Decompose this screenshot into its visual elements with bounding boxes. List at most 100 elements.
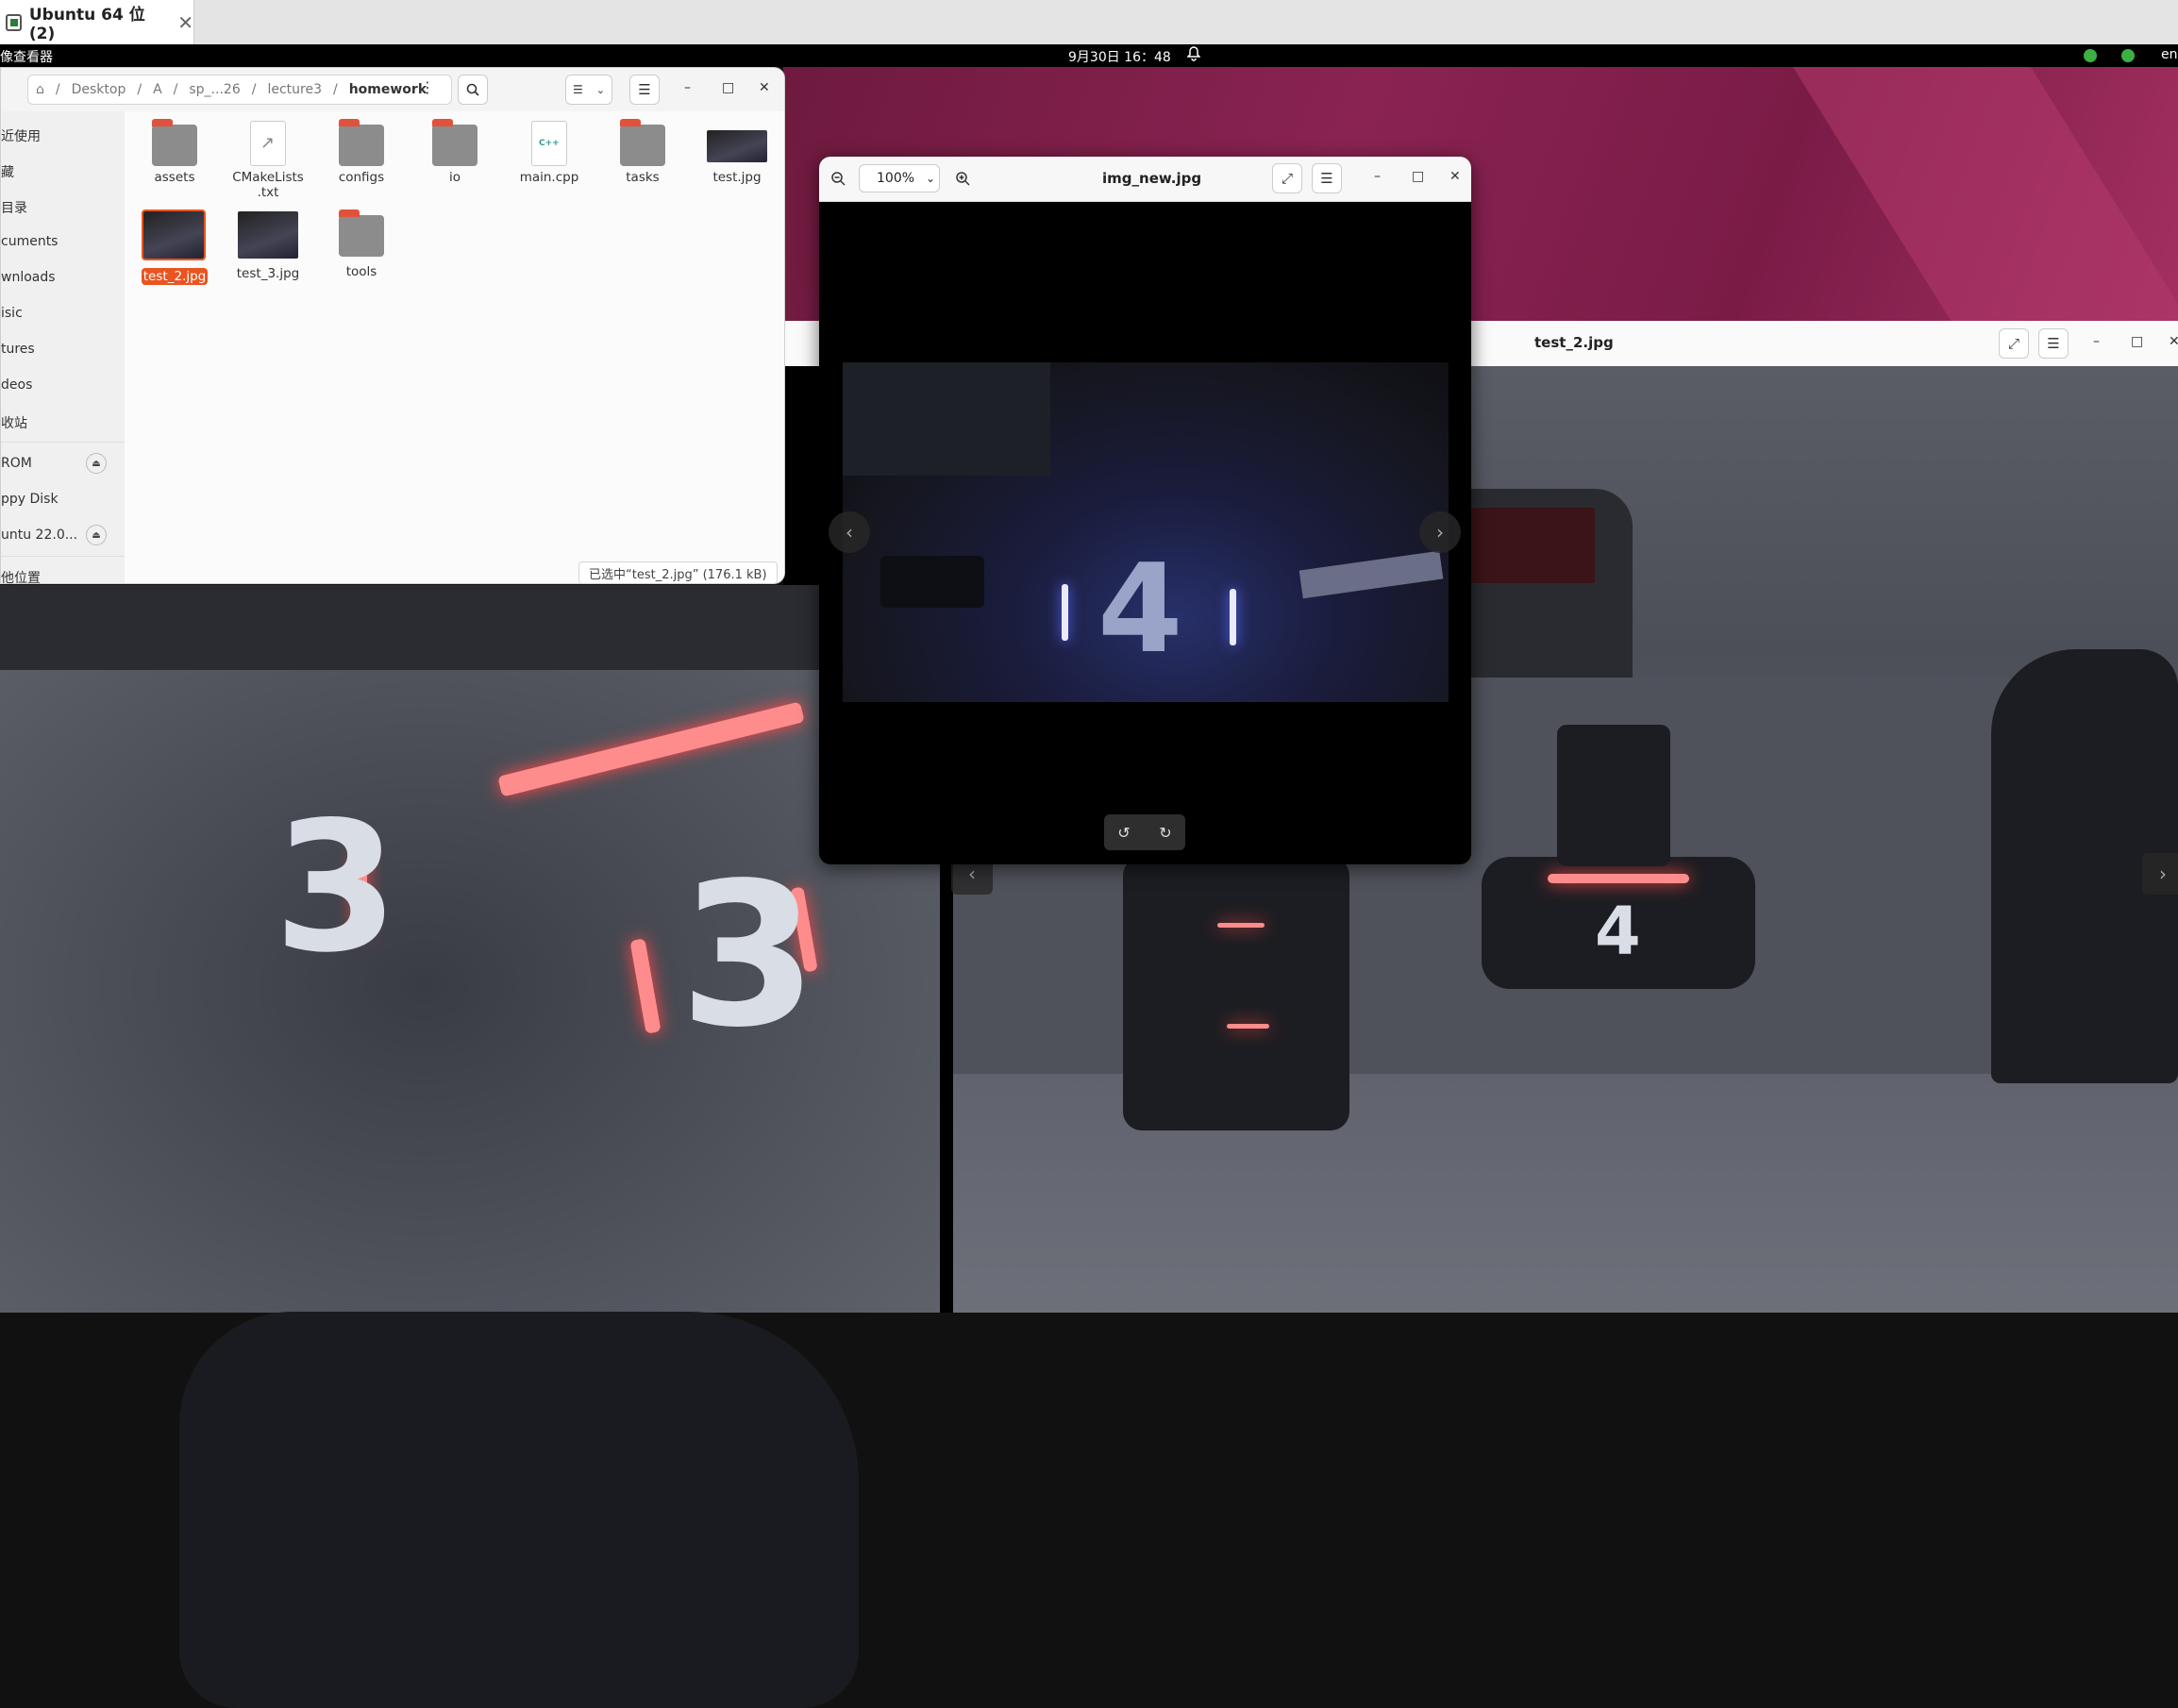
image-viewer-title: img_new.jpg — [1102, 170, 1202, 187]
chevron-right-icon: › — [1436, 521, 1444, 544]
app-menu[interactable]: 像查看器 — [0, 47, 53, 66]
sidebar-item[interactable]: isic — [1, 306, 23, 321]
minimize-button[interactable]: – — [684, 80, 691, 95]
home-icon[interactable]: ⌂ — [36, 82, 44, 97]
folder-icon — [620, 119, 665, 166]
eject-icon[interactable]: ⏏ — [86, 525, 107, 545]
file-label: test.jpg — [712, 170, 762, 185]
image-thumbnail — [143, 211, 204, 259]
file-grid: assets ↗ CMakeLists .txt configs io C++ … — [125, 111, 784, 583]
chevron-down-icon: ⌄ — [595, 83, 605, 96]
close-icon[interactable]: ✕ — [177, 11, 193, 34]
photo-robot-number: 4 — [1595, 893, 1641, 970]
menu-button[interactable]: ☰ — [1312, 163, 1342, 193]
sidebar-item[interactable]: wnloads — [1, 270, 56, 285]
viewer-back-photo-left: 3 3 — [0, 585, 940, 1708]
photo-led — [1217, 923, 1265, 928]
previous-image-button[interactable]: ‹ — [829, 511, 870, 553]
rotate-right-button[interactable]: ↻ — [1148, 814, 1183, 850]
vm-icon — [6, 13, 22, 31]
zoom-level-select[interactable]: 100% ⌄ — [859, 164, 940, 193]
photo-router — [880, 556, 984, 608]
file-label: test_2.jpg — [141, 268, 209, 285]
view-toggle-button[interactable]: ☰ ⌄ — [565, 75, 612, 105]
more-options-icon[interactable]: ⋮ — [420, 78, 435, 96]
sidebar-item[interactable]: 他位置 — [1, 568, 41, 583]
rotate-right-icon: ↻ — [1159, 823, 1172, 842]
photo-robot-back — [1557, 725, 1670, 866]
image-viewer-window: 100% ⌄ img_new.jpg ⤢ ☰ – □ ✕ 4 ‹ › ↺ ↻ — [819, 157, 1471, 864]
breadcrumb-item[interactable]: A — [153, 82, 162, 97]
photo-box — [1298, 550, 1444, 599]
breadcrumb-item[interactable]: lecture3 — [267, 82, 322, 97]
sidebar-item[interactable]: 藏 — [1, 162, 14, 181]
maximize-button[interactable]: □ — [2131, 334, 2143, 349]
eject-icon[interactable]: ⏏ — [86, 453, 107, 474]
file-label: main.cpp — [519, 170, 579, 185]
breadcrumb[interactable]: ⌂ / Desktop / A / sp_...26/ lecture3/ homew… — [27, 75, 452, 105]
top-bar: 像查看器 9月30日 16：48 en — [0, 44, 2178, 67]
list-view-icon: ☰ — [573, 83, 583, 96]
expand-icon: ⤢ — [1281, 170, 1293, 187]
clock[interactable]: 9月30日 16：48 — [1068, 47, 1171, 66]
bell-icon — [1186, 46, 1201, 65]
breadcrumb-item[interactable]: Desktop — [72, 82, 126, 97]
maximize-button[interactable]: □ — [722, 80, 734, 95]
file-manager-window: ⌂ / Desktop / A / sp_...26/ lecture3/ homew… — [0, 67, 785, 584]
search-button[interactable] — [458, 75, 488, 105]
image-thumbnail — [238, 211, 298, 259]
close-button[interactable]: ✕ — [2169, 334, 2178, 349]
tray-status-icon[interactable] — [2121, 49, 2135, 62]
file-label: CMakeLists .txt — [232, 170, 304, 200]
sidebar-item[interactable]: ppy Disk — [1, 492, 59, 507]
fullscreen-button[interactable]: ⤢ — [1999, 328, 2029, 359]
file-label: configs — [338, 170, 385, 185]
image-thumbnail — [707, 130, 767, 162]
sidebar-item[interactable]: 目录 — [1, 198, 27, 217]
sidebar-item[interactable]: 收站 — [1, 413, 27, 432]
hamburger-icon: ☰ — [1320, 170, 1333, 187]
sidebar-item[interactable]: cuments — [1, 234, 58, 249]
image-viewer-photo: 4 — [843, 362, 1449, 702]
chevron-right-icon: › — [2159, 862, 2167, 885]
tray-status-icon[interactable] — [2084, 49, 2097, 62]
vm-tab[interactable]: Ubuntu 64 位 (2) ✕ — [0, 0, 194, 44]
search-icon — [466, 83, 479, 96]
input-method-indicator[interactable]: en — [2161, 47, 2178, 62]
zoom-out-icon[interactable] — [830, 171, 846, 190]
sidebar-item[interactable]: ROM — [1, 456, 32, 471]
photo-led — [1227, 1024, 1269, 1029]
sidebar-item[interactable]: untu 22.0... — [1, 527, 77, 543]
file-label: io — [448, 170, 461, 185]
photo-led — [1062, 584, 1068, 641]
breadcrumb-item[interactable]: sp_...26 — [189, 82, 240, 97]
maximize-button[interactable]: □ — [1412, 169, 1424, 184]
sidebar: 近使用 藏 目录 cuments wnloads isic tures deos… — [1, 111, 126, 583]
sidebar-item[interactable]: tures — [1, 342, 35, 357]
folder-icon — [432, 119, 477, 166]
minimize-button[interactable]: – — [2093, 334, 2100, 349]
breadcrumb-current[interactable]: homework — [349, 82, 427, 97]
photo-robot-number: 4 — [1097, 537, 1183, 680]
zoom-in-icon[interactable] — [955, 171, 970, 190]
fullscreen-button[interactable]: ⤢ — [1272, 163, 1302, 193]
rotate-left-button[interactable]: ↺ — [1106, 814, 1142, 850]
close-button[interactable]: ✕ — [759, 80, 770, 95]
next-image-button[interactable]: › — [2142, 853, 2178, 895]
text-file-icon: ↗ — [250, 121, 286, 166]
chevron-left-icon: ‹ — [846, 521, 853, 544]
minimize-button[interactable]: – — [1374, 169, 1381, 184]
next-image-button[interactable]: › — [1419, 511, 1461, 553]
close-button[interactable]: ✕ — [1449, 169, 1461, 184]
sidebar-divider — [1, 556, 125, 557]
sidebar-item[interactable]: 近使用 — [1, 126, 41, 145]
photo-led — [629, 938, 662, 1034]
file-label: tasks — [626, 170, 660, 185]
menu-button[interactable]: ☰ — [629, 75, 660, 105]
chevron-down-icon: ⌄ — [926, 172, 936, 185]
photo-robot-front — [1123, 857, 1349, 1130]
menu-button[interactable]: ☰ — [2038, 328, 2069, 359]
rotate-toolbar: ↺ ↻ — [1104, 814, 1185, 850]
sidebar-item[interactable]: deos — [1, 377, 32, 393]
file-label: test_3.jpg — [236, 266, 300, 281]
